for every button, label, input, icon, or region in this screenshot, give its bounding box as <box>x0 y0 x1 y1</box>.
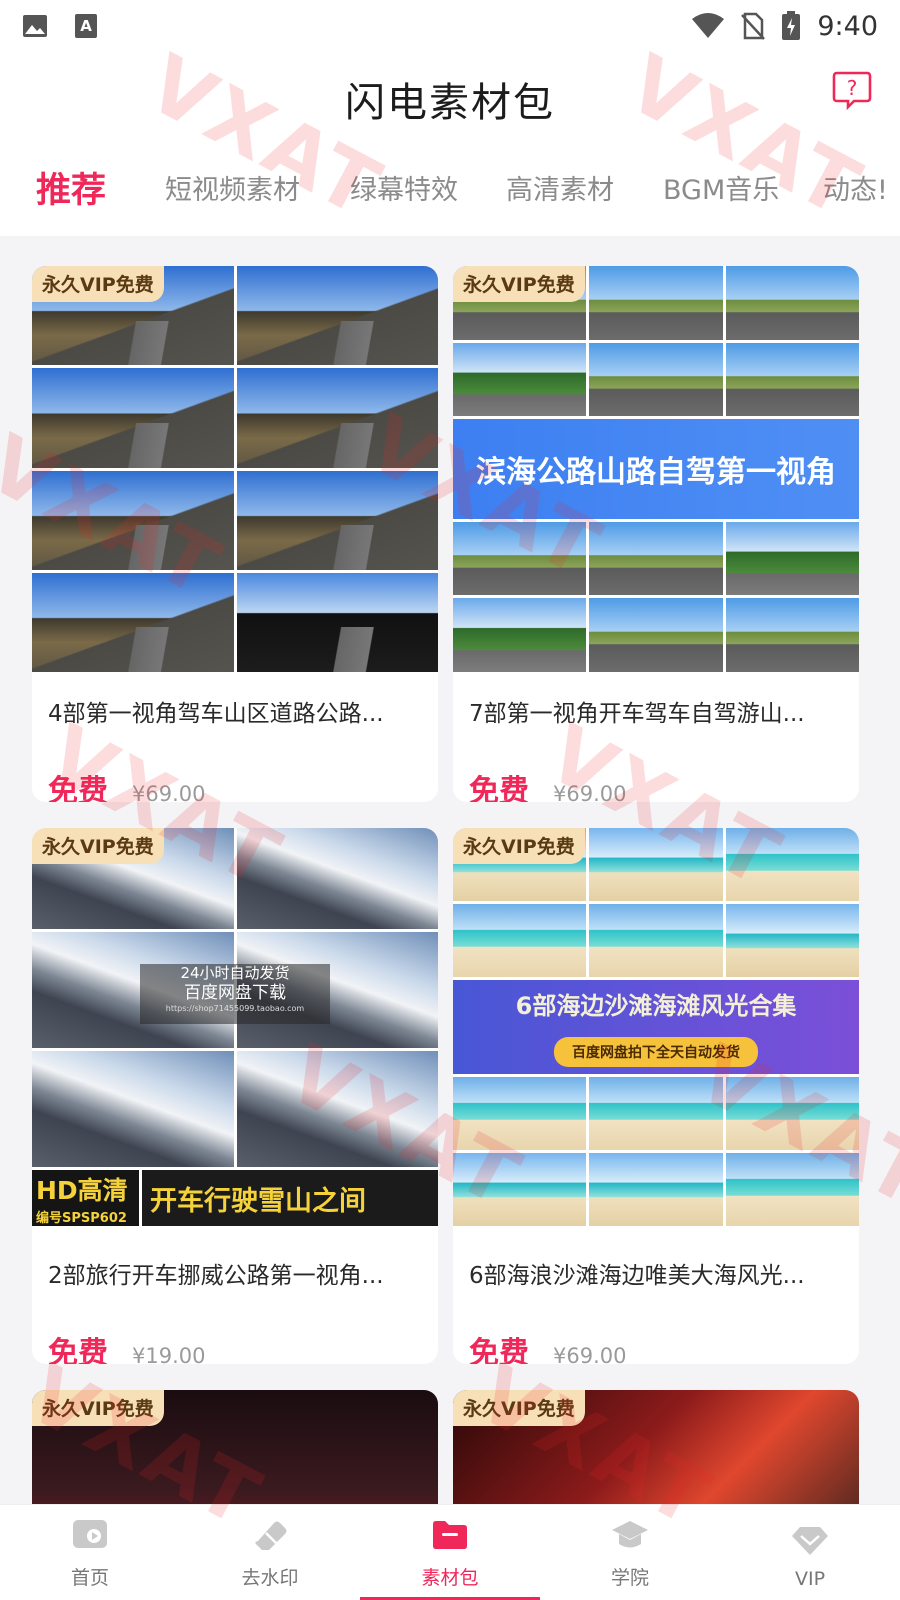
price-row: 免费 ¥19.00 <box>32 1328 438 1364</box>
price-row: 免费 ¥69.00 <box>453 766 859 802</box>
material-card[interactable]: 永久VIP免费 <box>32 1390 438 1504</box>
material-card[interactable]: 永久VIP免费 <box>453 1390 859 1504</box>
nav-label: 首页 <box>70 1567 109 1589</box>
card-thumbnail: 滨海公路山路自驾第一视角 永久VIP免费 <box>453 266 859 672</box>
vip-badge: 永久VIP免费 <box>453 266 585 302</box>
vip-badge: 永久VIP免费 <box>32 266 164 302</box>
hd-caption-strip: HD高清 编号SPSP602 开车行驶雪山之间 <box>32 1170 438 1226</box>
text-a-icon: A <box>75 14 97 38</box>
nav-home[interactable]: 首页 <box>0 1505 180 1600</box>
price-free: 免费 <box>469 1336 529 1364</box>
vip-badge: 永久VIP免费 <box>32 828 164 864</box>
status-time: 9:40 <box>817 10 878 42</box>
material-card[interactable]: HD高清 编号SPSP602 开车行驶雪山之间 永久VIP免费 24小时自动发货… <box>32 828 438 1364</box>
price-free: 免费 <box>48 774 108 802</box>
nav-label: 学院 <box>610 1567 649 1589</box>
app-header: 闪电素材包 ? <box>0 52 900 144</box>
card-title: 6部海浪沙滩海边唯美大海风光... <box>469 1263 805 1289</box>
vip-badge: 永久VIP免费 <box>453 828 585 864</box>
category-tabs: 推荐 短视频素材 绿幕特效 高清素材 BGM音乐 动态! <box>0 144 900 236</box>
price-row: 免费 ¥69.00 <box>453 1328 859 1364</box>
card-thumbnail: 永久VIP免费 <box>32 1390 438 1504</box>
card-thumbnail: HD高清 编号SPSP602 开车行驶雪山之间 永久VIP免费 24小时自动发货… <box>32 828 438 1226</box>
eraser-icon <box>255 1521 287 1550</box>
tab-dynamic[interactable]: 动态! <box>823 168 888 207</box>
tab-hd-material[interactable]: 高清素材 <box>506 168 614 207</box>
material-card[interactable]: 滨海公路山路自驾第一视角 永久VIP免费 7部第一视角开车驾车自驾游山... 免… <box>453 266 859 802</box>
nav-label: VIP <box>794 1568 826 1590</box>
price-row: 免费 ¥69.00 <box>32 766 438 802</box>
overlay-line: 百度网盘下载 <box>184 983 286 1003</box>
page-title: 闪电素材包 <box>345 80 555 126</box>
battery-charging-icon <box>782 11 801 40</box>
tab-green-screen[interactable]: 绿幕特效 <box>350 168 458 207</box>
graduation-cap-icon <box>612 1521 648 1548</box>
material-card[interactable]: 6部海边沙滩海滩风光合集 百度网盘拍下全天自动发货 永久VIP免费 6部海浪沙滩… <box>453 828 859 1364</box>
material-card[interactable]: 永久VIP免费 4部第一视角驾车山区道路公路... 免费 ¥69.00 <box>32 266 438 802</box>
original-price: ¥69.00 <box>553 782 627 802</box>
card-thumbnail: 永久VIP免费 <box>32 266 438 672</box>
hd-label: HD高清 <box>36 1175 128 1205</box>
banner-title: 6部海边沙滩海滩风光合集 <box>515 992 797 1021</box>
no-sim-icon <box>741 12 766 40</box>
card-title: 2部旅行开车挪威公路第一视角... <box>48 1263 384 1289</box>
card-title: 4部第一视角驾车山区道路公路... <box>48 701 384 727</box>
vip-badge: 永久VIP免费 <box>32 1390 164 1426</box>
wifi-icon <box>692 13 725 38</box>
card-title: 7部第一视角开车驾车自驾游山... <box>469 701 805 727</box>
svg-text:?: ? <box>847 76 858 100</box>
nav-vip[interactable]: VIP <box>720 1505 900 1600</box>
nav-academy[interactable]: 学院 <box>540 1505 720 1600</box>
bottom-nav: 首页 去水印 素材包 学院 VIP <box>0 1504 900 1600</box>
tab-bgm-music[interactable]: BGM音乐 <box>663 168 779 207</box>
vip-badge: 永久VIP免费 <box>453 1390 585 1426</box>
diamond-icon <box>792 1527 828 1555</box>
overlay-line: 24小时自动发货 <box>180 964 290 982</box>
thumbnail-banner: 滨海公路山路自驾第一视角 <box>453 419 859 519</box>
question-bubble-icon[interactable]: ? <box>832 70 872 110</box>
card-thumbnail: 永久VIP免费 <box>453 1390 859 1504</box>
tab-short-video[interactable]: 短视频素材 <box>165 168 300 207</box>
hd-code: 编号SPSP602 <box>36 1210 127 1226</box>
home-video-icon <box>73 1520 107 1548</box>
price-free: 免费 <box>469 774 529 802</box>
nav-material-pack[interactable]: 素材包 <box>360 1505 540 1600</box>
thumbnail-banner: 6部海边沙滩海滩风光合集 百度网盘拍下全天自动发货 <box>453 979 859 1075</box>
hd-caption: 开车行驶雪山之间 <box>150 1185 366 1217</box>
original-price: ¥69.00 <box>132 782 206 802</box>
status-bar: A 9:40 <box>0 0 900 52</box>
material-grid: 永久VIP免费 4部第一视角驾车山区道路公路... 免费 ¥69.00 滨海公路… <box>0 236 900 1504</box>
overlay-line: https://shop71455099.taobao.com <box>165 1004 305 1013</box>
price-free: 免费 <box>48 1336 108 1364</box>
svg-text:A: A <box>80 17 92 35</box>
card-thumbnail: 6部海边沙滩海滩风光合集 百度网盘拍下全天自动发货 永久VIP免费 <box>453 828 859 1226</box>
nav-label: 去水印 <box>241 1567 299 1589</box>
nav-label: 素材包 <box>421 1567 479 1589</box>
original-price: ¥19.00 <box>132 1344 206 1364</box>
folder-icon <box>433 1521 467 1549</box>
nav-remove-watermark[interactable]: 去水印 <box>180 1505 360 1600</box>
image-icon <box>23 15 47 37</box>
shop-overlay: 24小时自动发货 百度网盘下载 https://shop71455099.tao… <box>140 964 330 1024</box>
tab-recommend[interactable]: 推荐 <box>36 162 106 213</box>
original-price: ¥69.00 <box>553 1344 627 1364</box>
banner-pill: 百度网盘拍下全天自动发货 <box>553 1037 758 1068</box>
